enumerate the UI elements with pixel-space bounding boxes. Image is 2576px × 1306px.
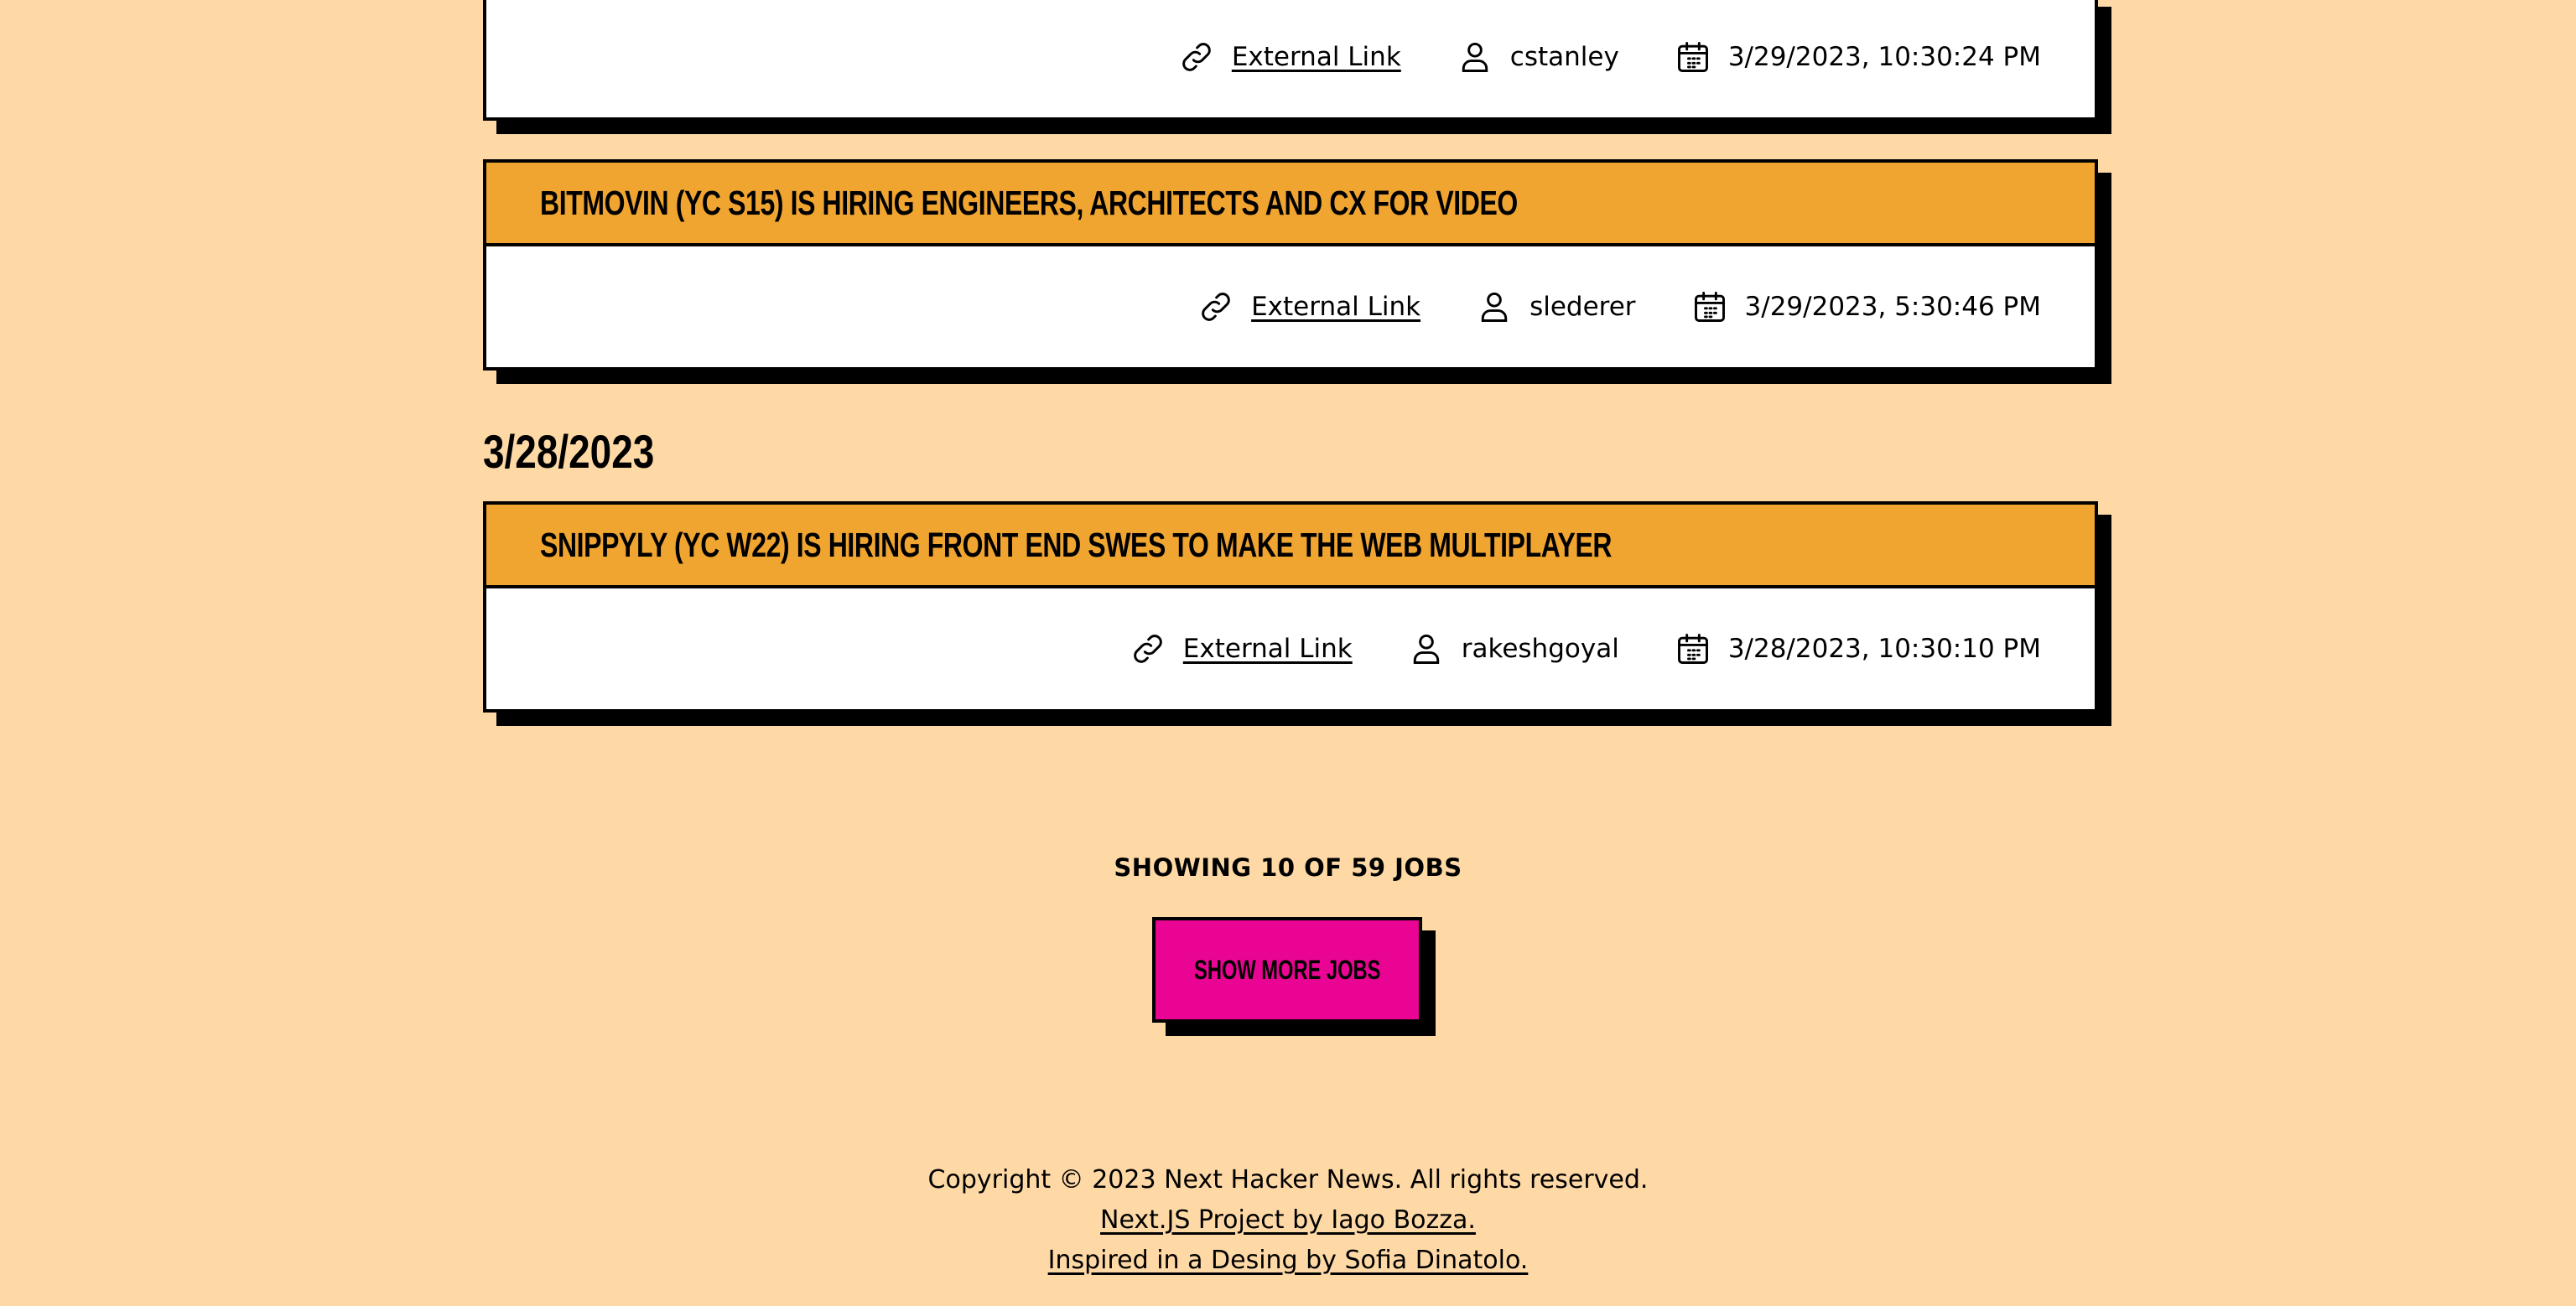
jobs-page: External Link cstanley 3/29/2023, 10:30:… (0, 0, 2576, 1306)
job-card: External Link cstanley 3/29/2023, 10:30:… (483, 0, 2098, 121)
external-link[interactable]: External Link (1251, 292, 1420, 322)
jobs-count-status: SHOWING 10 OF 59 JOBS (1114, 853, 1462, 882)
job-meta: External Link cstanley 3/29/2023, 10:30:… (486, 0, 2095, 117)
calendar-icon (1677, 634, 1708, 664)
external-link[interactable]: External Link (1183, 634, 1353, 664)
job-author: rakeshgoyal (1408, 630, 1619, 667)
posted-date: 3/29/2023, 10:30:24 PM (1727, 42, 2041, 72)
job-date: 3/29/2023, 5:30:46 PM (1691, 288, 2041, 325)
posted-date: 3/29/2023, 5:30:46 PM (1744, 292, 2041, 322)
link-icon (1182, 43, 1211, 71)
user-icon (1413, 634, 1439, 664)
job-title[interactable]: Bitmovin (YC S15) Is Hiring Engineers, A… (540, 184, 1518, 223)
job-title[interactable]: Snippyly (YC W22) Is Hiring Front End SW… (540, 526, 1612, 565)
job-header: Snippyly (YC W22) Is Hiring Front End SW… (486, 505, 2095, 588)
job-link: External Link (1178, 39, 1401, 75)
author-name: rakeshgoyal (1461, 634, 1619, 664)
job-author: slederer (1476, 288, 1636, 325)
job-card: Bitmovin (YC S15) Is Hiring Engineers, A… (483, 159, 2098, 371)
date-group-heading: 3/28/2023 (483, 425, 655, 478)
user-icon (1462, 42, 1488, 72)
design-credit-link[interactable]: Inspired in a Desing by Sofia Dinatolo. (0, 1241, 2576, 1281)
show-more-jobs-label: Show More Jobs (1193, 954, 1381, 985)
job-author: cstanley (1457, 39, 1619, 75)
copyright-text: Copyright © 2023 Next Hacker News. All r… (927, 1165, 1649, 1195)
project-credit-link[interactable]: Next.JS Project by Iago Bozza. (0, 1200, 2576, 1241)
show-more-jobs-button[interactable]: Show More Jobs (1152, 917, 1422, 1023)
job-header: Bitmovin (YC S15) Is Hiring Engineers, A… (486, 163, 2095, 246)
job-link: External Link (1130, 630, 1353, 667)
job-card: Snippyly (YC W22) Is Hiring Front End SW… (483, 501, 2098, 713)
calendar-icon (1694, 292, 1725, 322)
footer: Copyright © 2023 Next Hacker News. All r… (0, 1160, 2576, 1281)
external-link[interactable]: External Link (1232, 42, 1401, 72)
link-icon (1133, 635, 1162, 663)
user-icon (1481, 292, 1508, 322)
job-date: 3/28/2023, 10:30:10 PM (1675, 630, 2041, 667)
job-link: External Link (1197, 288, 1420, 325)
author-name: slederer (1530, 292, 1636, 322)
posted-date: 3/28/2023, 10:30:10 PM (1727, 634, 2041, 664)
job-meta: External Link slederer 3/29/2023, 5:30:4… (486, 246, 2095, 367)
author-name: cstanley (1509, 42, 1619, 72)
link-icon (1202, 293, 1230, 321)
calendar-icon (1677, 42, 1708, 72)
job-meta: External Link rakeshgoyal 3/28/2023, 10:… (486, 588, 2095, 709)
job-date: 3/29/2023, 10:30:24 PM (1675, 39, 2041, 75)
